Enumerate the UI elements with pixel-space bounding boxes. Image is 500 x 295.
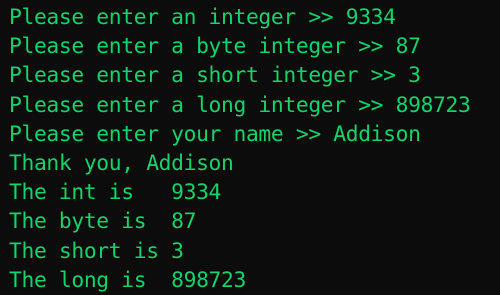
console-line-long-output: The long is 898723 bbox=[9, 267, 246, 293]
console-line-short-prompt: Please enter a short integer >> 3 bbox=[9, 63, 421, 89]
console-line-short-output: The short is 3 bbox=[9, 238, 184, 264]
console-window[interactable]: Please enter an integer >> 9334 Please e… bbox=[0, 0, 500, 295]
console-line-thank-you: Thank you, Addison bbox=[9, 150, 234, 176]
console-line-name-prompt: Please enter your name >> Addison bbox=[9, 121, 421, 147]
console-line-int-output: The int is 9334 bbox=[9, 180, 222, 206]
console-line-integer-prompt: Please enter an integer >> 9334 bbox=[9, 5, 396, 30]
console-line-byte-output: The byte is 87 bbox=[9, 209, 197, 235]
console-line-byte-prompt: Please enter a byte integer >> 87 bbox=[9, 34, 421, 60]
console-line-long-prompt: Please enter a long integer >> 898723 bbox=[9, 92, 471, 118]
